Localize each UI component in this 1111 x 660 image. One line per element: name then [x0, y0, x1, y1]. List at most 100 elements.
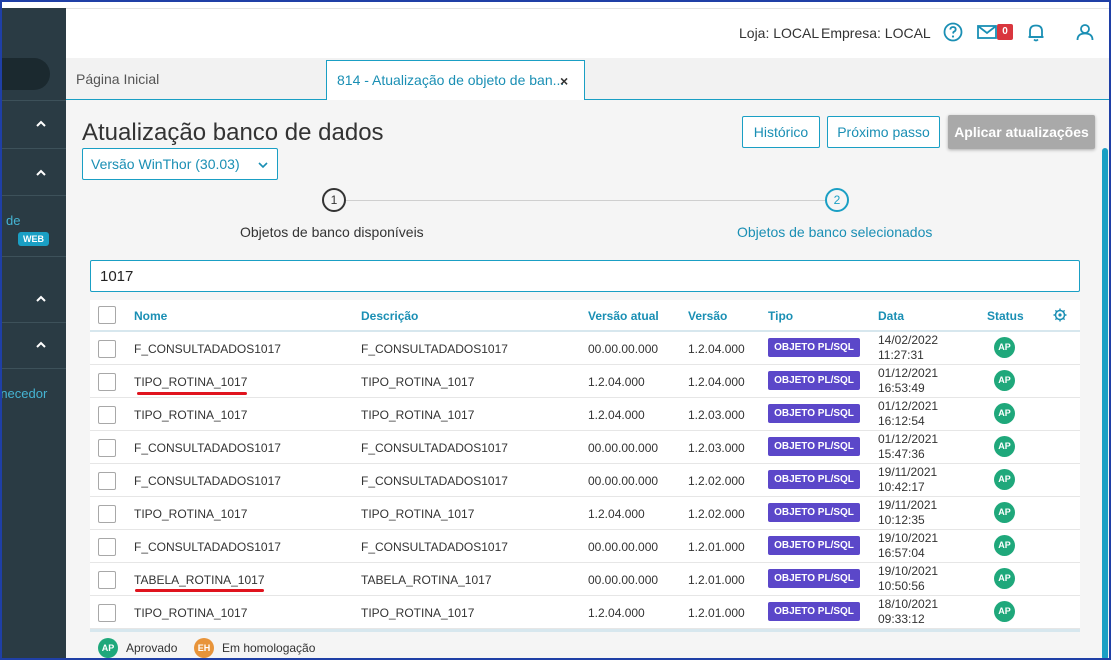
column-header-data[interactable]: Data [878, 309, 904, 323]
cell-nome: TABELA_ROTINA_1017 [134, 573, 265, 587]
cell-date: 19/11/2021 [878, 465, 938, 479]
stepper-line [346, 200, 825, 201]
cell-descricao: TIPO_ROTINA_1017 [361, 507, 475, 521]
tab-active-label[interactable]: 814 - Atualização de objeto de ban... [337, 72, 564, 88]
status-approved-badge: AP [994, 502, 1015, 523]
table-row[interactable]: TIPO_ROTINA_1017 TIPO_ROTINA_1017 1.2.04.0… [90, 596, 1080, 629]
gear-icon[interactable] [1053, 308, 1067, 322]
status-approved-badge: AP [994, 601, 1015, 622]
chevron-up-icon[interactable] [35, 292, 47, 304]
cell-descricao: TIPO_ROTINA_1017 [361, 375, 475, 389]
bell-icon[interactable] [1025, 21, 1047, 43]
table-row[interactable]: F_CONSULTADADOS1017 F_CONSULTADADOS1017 00… [90, 431, 1080, 464]
help-icon[interactable] [942, 21, 964, 43]
highlight-underline [137, 392, 247, 395]
cell-data: 19/11/2021 10:12:35 [878, 498, 937, 528]
sidebar-search[interactable] [0, 58, 50, 90]
cell-nome: TIPO_ROTINA_1017 [134, 408, 248, 422]
row-checkbox[interactable] [98, 538, 116, 556]
cell-time: 10:42:17 [878, 480, 925, 494]
next-step-button[interactable]: Próximo passo [827, 116, 940, 148]
search-input[interactable] [90, 260, 1080, 292]
apply-updates-button[interactable]: Aplicar atualizações [948, 115, 1095, 149]
chevron-down-icon [258, 162, 268, 169]
cell-descricao: TABELA_ROTINA_1017 [361, 573, 492, 587]
cell-nome: TIPO_ROTINA_1017 [134, 507, 248, 521]
cell-versao: 1.2.04.000 [688, 375, 745, 389]
vertical-scrollbar[interactable] [1102, 148, 1108, 660]
cell-data: 19/10/2021 16:57:04 [878, 531, 938, 561]
status-approved-badge: AP [994, 568, 1015, 589]
header-divider [66, 8, 1111, 9]
cell-time: 11:27:31 [878, 348, 924, 362]
cell-versao-atual: 00.00.00.000 [588, 540, 659, 554]
cell-nome: F_CONSULTADADOS1017 [134, 342, 281, 356]
cell-versao-atual: 1.2.04.000 [588, 507, 645, 521]
sidebar-divider [0, 256, 66, 257]
tipo-badge: OBJETO PL/SQL [768, 602, 860, 621]
tipo-badge: OBJETO PL/SQL [768, 437, 860, 456]
sidebar-divider [0, 368, 66, 369]
sidebar-divider [0, 195, 66, 196]
tipo-badge: OBJETO PL/SQL [768, 536, 860, 555]
column-header-versao-atual[interactable]: Versão atual [588, 309, 659, 323]
sidebar-divider [0, 100, 66, 101]
cell-date: 01/12/2021 [878, 366, 939, 380]
table-row[interactable]: F_CONSULTADADOS1017 F_CONSULTADADOS1017 00… [90, 464, 1080, 497]
version-select-value: Versão WinThor (30.03) [91, 156, 240, 172]
version-select[interactable]: Versão WinThor (30.03) [82, 148, 278, 180]
cell-versao: 1.2.04.000 [688, 342, 745, 356]
row-checkbox[interactable] [98, 406, 116, 424]
column-header-versao[interactable]: Versão [688, 309, 727, 323]
table-row[interactable]: F_CONSULTADADOS1017 F_CONSULTADADOS1017 00… [90, 530, 1080, 563]
company-indicator: Empresa: LOCAL [821, 25, 931, 41]
column-header-tipo[interactable]: Tipo [768, 309, 793, 323]
column-header-status[interactable]: Status [987, 309, 1024, 323]
cell-versao: 1.2.02.000 [688, 507, 745, 521]
cell-descricao: F_CONSULTADADOS1017 [361, 342, 508, 356]
legend-approved-label: Aprovado [126, 641, 178, 655]
tipo-badge: OBJETO PL/SQL [768, 569, 860, 588]
column-header-nome[interactable]: Nome [134, 309, 167, 323]
row-checkbox[interactable] [98, 505, 116, 523]
mail-icon[interactable] [976, 21, 998, 43]
legend-homologation-icon: EH [194, 638, 214, 658]
row-checkbox[interactable] [98, 373, 116, 391]
chevron-up-icon[interactable] [35, 117, 47, 129]
tipo-badge: OBJETO PL/SQL [768, 503, 860, 522]
cell-versao-atual: 1.2.04.000 [588, 375, 645, 389]
row-checkbox[interactable] [98, 439, 116, 457]
chevron-up-icon[interactable] [35, 338, 47, 350]
legend-approved-icon: AP [98, 638, 118, 658]
table-row[interactable]: TIPO_ROTINA_1017 TIPO_ROTINA_1017 1.2.04.0… [90, 497, 1080, 530]
table-row[interactable]: F_CONSULTADADOS1017 F_CONSULTADADOS1017 00… [90, 332, 1080, 365]
step-2-indicator: 2 [825, 188, 849, 212]
sidebar-item-fornecedor[interactable]: rnecedor [0, 386, 47, 401]
row-checkbox[interactable] [98, 571, 116, 589]
tab-home[interactable]: Página Inicial [76, 71, 159, 87]
tipo-badge: OBJETO PL/SQL [768, 404, 860, 423]
chevron-up-icon[interactable] [35, 166, 47, 178]
row-checkbox[interactable] [98, 604, 116, 622]
cell-descricao: F_CONSULTADADOS1017 [361, 441, 508, 455]
row-checkbox[interactable] [98, 340, 116, 358]
cell-time: 15:47:36 [878, 447, 925, 461]
status-approved-badge: AP [994, 535, 1015, 556]
status-approved-badge: AP [994, 469, 1015, 490]
close-icon[interactable]: × [560, 73, 568, 89]
user-icon[interactable] [1074, 21, 1096, 43]
tab-active[interactable]: 814 - Atualização de objeto de ban... × [326, 60, 585, 101]
sidebar-divider [0, 148, 66, 149]
sidebar-item-label[interactable]: de [6, 213, 20, 228]
cell-date: 14/02/2022 [878, 333, 939, 347]
select-all-checkbox[interactable] [98, 306, 116, 324]
cell-versao-atual: 1.2.04.000 [588, 408, 645, 422]
tipo-badge: OBJETO PL/SQL [768, 371, 860, 390]
table-row[interactable]: TIPO_ROTINA_1017 TIPO_ROTINA_1017 1.2.04.0… [90, 398, 1080, 431]
step-1-indicator: 1 [322, 188, 346, 212]
table-header: Nome Descrição Versão atual Versão Tipo … [90, 300, 1080, 332]
cell-nome: F_CONSULTADADOS1017 [134, 540, 281, 554]
column-header-descricao[interactable]: Descrição [361, 309, 418, 323]
row-checkbox[interactable] [98, 472, 116, 490]
history-button[interactable]: Histórico [742, 116, 820, 148]
